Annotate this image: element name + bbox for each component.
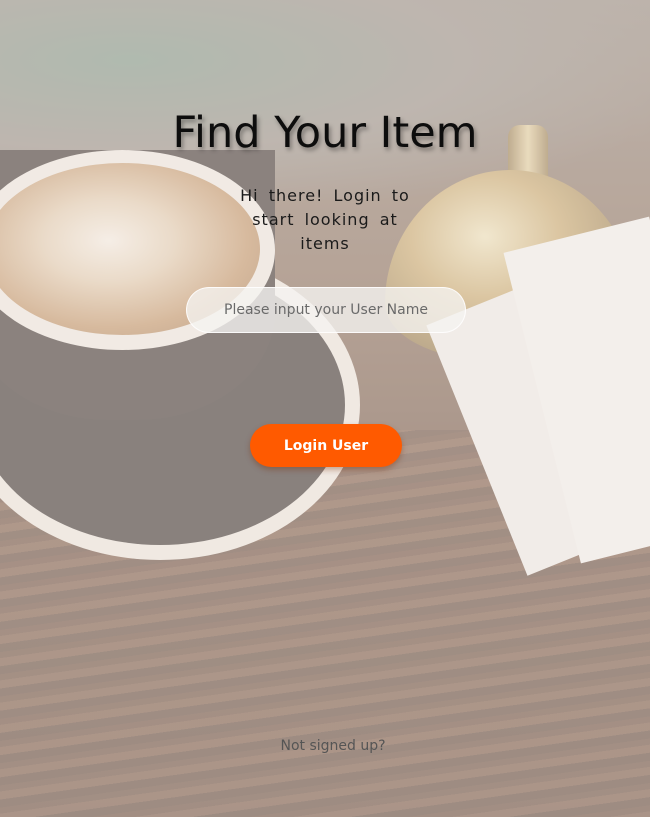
- page-subtitle: Hi there! Login to start looking at item…: [240, 186, 410, 253]
- username-input[interactable]: [186, 287, 466, 333]
- login-button[interactable]: Login User: [250, 424, 402, 467]
- signup-link[interactable]: Not signed up?: [0, 738, 650, 754]
- page-title: Find Your Item: [172, 108, 478, 158]
